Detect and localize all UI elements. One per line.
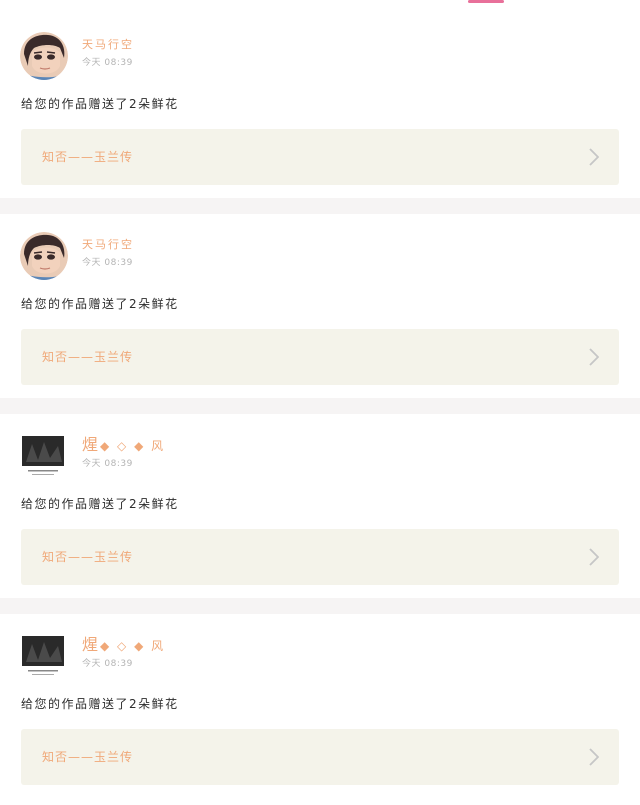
notification-item: 天马行空 今天 08:39 给您的作品赠送了2朵鲜花 知否——玉兰传 [0, 14, 640, 198]
notification-item: 天马行空 今天 08:39 给您的作品赠送了2朵鲜花 知否——玉兰传 [0, 214, 640, 398]
username[interactable]: 煋◆ ◇ ◆ 风 [82, 635, 166, 654]
active-tab-indicator [468, 0, 504, 3]
notification-message: 给您的作品赠送了2朵鲜花 [21, 297, 179, 311]
chevron-right-icon [589, 148, 599, 166]
avatar[interactable] [20, 432, 66, 478]
avatar[interactable] [20, 232, 68, 280]
separator [0, 598, 640, 614]
username[interactable]: 天马行空 [82, 238, 134, 252]
user-meta: 煋◆ ◇ ◆ 风 今天 08:39 [82, 435, 166, 470]
work-title: 知否——玉兰传 [42, 550, 134, 564]
work-link[interactable]: 知否——玉兰传 [21, 129, 619, 185]
timestamp: 今天 08:39 [82, 258, 133, 268]
user-meta: 天马行空 今天 08:39 [82, 238, 134, 269]
timestamp: 今天 08:39 [82, 58, 133, 68]
notification-message: 给您的作品赠送了2朵鲜花 [21, 97, 179, 111]
user-meta: 天马行空 今天 08:39 [82, 38, 134, 69]
chevron-right-icon [589, 548, 599, 566]
timestamp: 今天 08:39 [82, 659, 133, 669]
username-rest: ◆ ◇ ◆ 风 [100, 639, 166, 653]
username-first-char: 煋 [82, 635, 101, 654]
username-rest: ◆ ◇ ◆ 风 [100, 439, 166, 453]
notification-message: 给您的作品赠送了2朵鲜花 [21, 697, 179, 711]
avatar[interactable] [20, 32, 68, 80]
chevron-right-icon [589, 748, 599, 766]
work-link[interactable]: 知否——玉兰传 [21, 529, 619, 585]
notification-item: 煋◆ ◇ ◆ 风 今天 08:39 给您的作品赠送了2朵鲜花 知否——玉兰传 [0, 414, 640, 598]
separator [0, 398, 640, 414]
username-first-char: 煋 [82, 435, 101, 454]
notification-item: 煋◆ ◇ ◆ 风 今天 08:39 给您的作品赠送了2朵鲜花 知否——玉兰传 [0, 614, 640, 798]
user-meta: 煋◆ ◇ ◆ 风 今天 08:39 [82, 635, 166, 670]
username[interactable]: 天马行空 [82, 38, 134, 52]
username[interactable]: 煋◆ ◇ ◆ 风 [82, 435, 166, 454]
work-link[interactable]: 知否——玉兰传 [21, 729, 619, 785]
timestamp: 今天 08:39 [82, 459, 133, 469]
notification-message: 给您的作品赠送了2朵鲜花 [21, 497, 179, 511]
avatar[interactable] [20, 632, 66, 678]
work-title: 知否——玉兰传 [42, 150, 134, 164]
work-title: 知否——玉兰传 [42, 750, 134, 764]
chevron-right-icon [589, 348, 599, 366]
notification-feed: 天马行空 今天 08:39 给您的作品赠送了2朵鲜花 知否——玉兰传 天马行空 … [0, 14, 640, 798]
notification-page: 天马行空 今天 08:39 给您的作品赠送了2朵鲜花 知否——玉兰传 天马行空 … [0, 0, 640, 805]
work-link[interactable]: 知否——玉兰传 [21, 329, 619, 385]
work-title: 知否——玉兰传 [42, 350, 134, 364]
separator [0, 198, 640, 214]
